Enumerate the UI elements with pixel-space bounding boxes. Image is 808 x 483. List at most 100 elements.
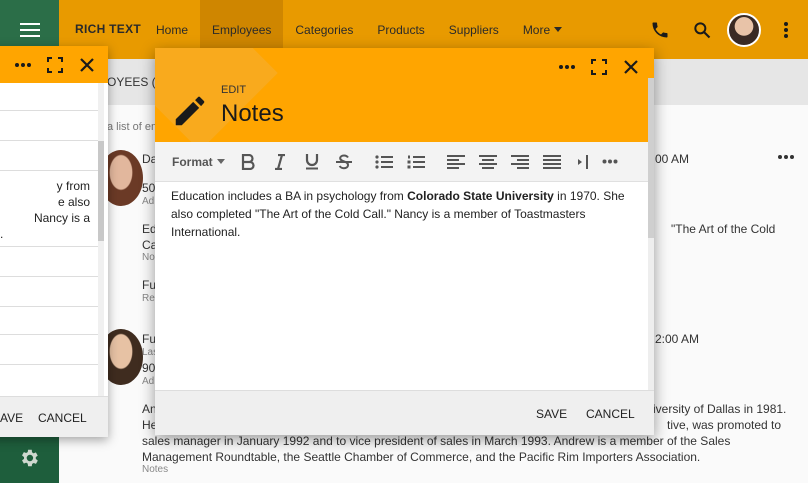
employee-field-label: Ad (142, 196, 155, 207)
avatar (727, 12, 761, 47)
form-field[interactable] (0, 111, 98, 141)
scrollbar-thumb[interactable] (648, 78, 654, 238)
underline-button[interactable] (296, 142, 328, 182)
employee-field: 90 (142, 361, 156, 375)
gear-icon (22, 449, 38, 467)
dialog-footer: SAVE CANCEL (155, 390, 654, 435)
employee-notes: iversity of Dallas in 1981. (653, 402, 787, 416)
align-center-button[interactable] (472, 142, 504, 182)
indent-button[interactable] (568, 142, 596, 182)
italic-button[interactable] (264, 142, 296, 182)
overflow-menu-button[interactable] (768, 12, 804, 48)
employee-notes: sales manager in January 1992 and to vic… (142, 434, 731, 448)
align-justify-icon (543, 154, 561, 169)
notes-edit-dialog: EDIT Notes Format Education includes a B… (155, 48, 654, 435)
dialog-header (0, 46, 108, 83)
dialog-header-actions (4, 52, 100, 78)
more-horizontal-icon (559, 65, 575, 69)
employee-field-label: Ad (142, 376, 155, 387)
underline-icon (305, 154, 319, 170)
chevron-down-icon (216, 159, 225, 164)
numbered-list-icon (407, 155, 425, 168)
dialog-title: Notes (221, 100, 284, 127)
format-dropdown-label: Format (172, 154, 213, 169)
editor-bold-text: Colorado State University (407, 189, 554, 203)
employee-notes-label: No (142, 252, 155, 263)
chevron-down-icon (554, 27, 563, 32)
bulleted-list-button[interactable] (368, 142, 400, 182)
more-vertical-icon (784, 21, 788, 38)
dialog-mode-label: EDIT (221, 84, 247, 96)
dialog-maximize-button[interactable] (42, 52, 68, 78)
toolbar-more-button[interactable] (596, 142, 624, 182)
justify-button[interactable] (536, 142, 568, 182)
employee-edit-dialog: y from e also Nancy is a . AVE CANCEL (0, 46, 108, 437)
dialog-scrollbar[interactable] (648, 78, 654, 390)
dialog-maximize-button[interactable] (586, 54, 612, 80)
bold-icon (241, 153, 255, 170)
bold-button[interactable] (232, 142, 264, 182)
notes-line: Nancy is a (33, 211, 90, 225)
editor-text: Education includes a BA in psychology fr… (171, 189, 408, 203)
employee-time: 2:00 AM (655, 332, 700, 346)
notes-field-preview[interactable]: y from e also Nancy is a . (0, 178, 90, 242)
employee-field: 50 (142, 181, 156, 195)
save-button[interactable]: SAVE (536, 407, 567, 421)
form-divider (0, 246, 98, 247)
align-center-icon (479, 154, 497, 169)
search-icon (694, 21, 711, 38)
notes-line: . (0, 227, 4, 241)
save-button[interactable]: AVE (0, 411, 23, 425)
more-horizontal-icon (778, 155, 794, 159)
dialog-more-button[interactable] (554, 54, 580, 80)
employee-name: Fu (142, 332, 157, 346)
rich-text-editor[interactable]: Education includes a BA in psychology fr… (171, 187, 641, 241)
form-field[interactable] (0, 141, 98, 171)
align-right-button[interactable] (504, 142, 536, 182)
dialog-more-button[interactable] (10, 52, 36, 78)
employee-notes: tive, was promoted to (667, 418, 782, 432)
dialog-header-actions (548, 54, 644, 80)
phone-button[interactable] (642, 12, 678, 48)
bulleted-list-icon (375, 154, 393, 169)
top-actions (636, 0, 808, 59)
employee-notes: "The Art of the Cold (671, 222, 776, 236)
align-left-button[interactable] (440, 142, 472, 182)
more-horizontal-icon (602, 159, 618, 164)
strikethrough-button[interactable] (328, 142, 360, 182)
app-brand[interactable]: RICH TEXT (75, 22, 141, 36)
align-right-icon (511, 154, 529, 169)
scrollbar-thumb[interactable] (98, 141, 104, 241)
employee-function: Fu (142, 278, 157, 292)
form-divider (0, 334, 98, 335)
dialog-close-button[interactable] (74, 52, 100, 78)
italic-icon (275, 153, 285, 170)
fullscreen-icon (47, 57, 63, 73)
strikethrough-icon (336, 153, 352, 169)
cancel-button[interactable]: CANCEL (586, 407, 635, 421)
notes-line: e also (57, 195, 90, 209)
indent-icon (578, 154, 588, 169)
close-icon (624, 60, 638, 74)
dialog-close-button[interactable] (618, 54, 644, 80)
pencil-icon (175, 96, 205, 126)
phone-icon (652, 22, 668, 37)
list-hint: a list of em (107, 121, 161, 133)
cancel-button[interactable]: CANCEL (38, 411, 87, 425)
align-left-icon (447, 154, 465, 169)
employee-notes: Management Roundtable, the Seattle Chamb… (142, 450, 701, 464)
user-avatar-button[interactable] (726, 12, 762, 48)
search-button[interactable] (684, 12, 720, 48)
format-dropdown[interactable]: Format (172, 155, 232, 169)
form-divider (0, 364, 98, 365)
settings-button[interactable] (14, 443, 44, 473)
close-icon (80, 58, 94, 72)
hamburger-icon (19, 22, 40, 37)
form-field[interactable] (0, 83, 98, 111)
row-menu-button[interactable] (777, 147, 795, 165)
dialog-scrollbar[interactable] (98, 83, 104, 403)
form-divider (0, 306, 98, 307)
employee-time: 00 AM (655, 152, 690, 166)
numbered-list-button[interactable] (400, 142, 432, 182)
form-divider (0, 276, 98, 277)
